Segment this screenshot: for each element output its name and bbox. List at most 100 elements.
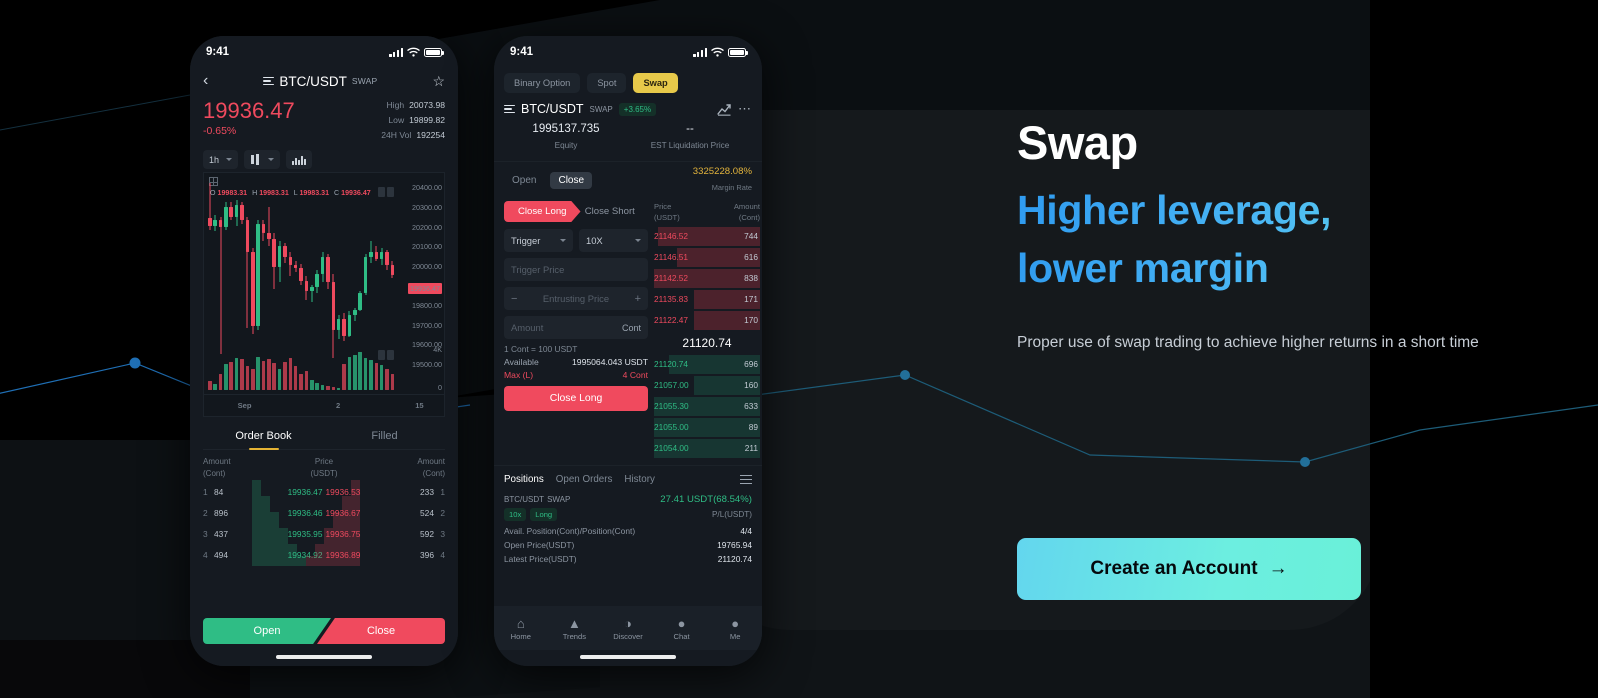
open-close-tabs: Open Close 3325228.08% Margin Rate [494,161,762,201]
leverage-select[interactable]: 10X [579,229,648,252]
tab-close[interactable]: Close [550,172,593,189]
increment-icon[interactable]: + [635,293,641,305]
bid-row[interactable]: 21120.74 696 [654,354,760,375]
interval-selector[interactable]: 1h [203,150,239,170]
signal-bars-icon [693,47,707,57]
candle [208,179,212,365]
headline: Higher leverage, lower margin [1017,181,1537,297]
bid-price: 19936.46 [287,508,323,519]
asks-list: 21146.52 744 21146.51 616 21142.52 838 21135.8… [654,226,760,331]
tab-me[interactable]: ● Me [708,616,762,641]
table-row[interactable]: 3 437 19935.95 19936.75 592 3 [203,524,445,545]
orderbook-header: Amount (Cont) Price (USDT) Amount (Cont) [203,457,445,478]
tab-open-orders[interactable]: Open Orders [556,474,613,485]
bids-list: 21120.74 696 21057.00 160 21055.30 633 21055.0… [654,354,760,459]
volume-bar [224,364,228,391]
volume-bar [277,368,282,391]
tab-discover[interactable]: ◑ Discover [601,616,655,641]
table-row[interactable]: 4 494 19934.92 19936.89 396 4 [203,545,445,566]
amount-input[interactable]: Amount Cont [504,316,648,339]
more-dots-icon[interactable]: ⋯ [738,101,752,117]
trigger-price-input[interactable]: Trigger Price [504,258,648,281]
list-menu-icon[interactable] [504,103,515,115]
orderbook-panel[interactable]: Price (USDT) Amount (Cont) 21146.52 744 21… [654,201,762,459]
chevron-down-icon [268,158,275,162]
bid-row[interactable]: 21055.00 89 [654,417,760,438]
volume-bar [299,374,303,391]
ask-row[interactable]: 21135.83 171 [654,289,760,310]
candle [277,179,282,365]
tab-chat[interactable]: ● Chat [655,616,709,641]
price-tick: 20400.00 [412,183,442,193]
bid-row[interactable]: 21055.30 633 [654,396,760,417]
list-filter-icon[interactable] [740,473,752,486]
bid-row[interactable]: 21057.00 160 [654,375,760,396]
time-axis: Sep 2 15 [204,394,444,416]
tab-history[interactable]: History [624,474,654,485]
candle [353,179,357,365]
order-type-select[interactable]: Trigger [504,229,573,252]
ask-row[interactable]: 21146.51 616 [654,247,760,268]
volume-bar [272,363,276,391]
tab-close-short[interactable]: Close Short [572,201,649,222]
star-icon[interactable]: ☆ [432,73,445,90]
row-index: 3 [203,529,208,540]
tab-filled[interactable]: Filled [324,425,445,449]
chart-type-selector[interactable] [244,150,281,170]
tab-trends[interactable]: ▲ Trends [548,616,602,641]
submit-close-long-button[interactable]: Close Long [504,386,648,411]
table-row[interactable]: 2 896 19936.46 19936.67 524 2 [203,503,445,524]
orderbook-rows[interactable]: 1 84 19936.47 19936.53 233 1 2 896 19936.46 19936… [190,479,458,566]
segment-spot[interactable]: Spot [587,73,627,93]
tab-home[interactable]: ⌂ Home [494,616,548,641]
volume-bar [213,383,217,391]
segment-swap[interactable]: Swap [633,73,678,93]
ask-row[interactable]: 21146.52 744 [654,226,760,247]
candle [326,179,330,365]
tab-close-long[interactable]: Close Long [504,201,581,222]
open-button[interactable]: Open [203,618,331,644]
direction-tabs: Close Long Close Short [504,201,648,222]
price-cell: 21057.00 [654,380,689,391]
chevron-left-icon[interactable]: ‹ [203,72,208,90]
candle [304,179,309,365]
candlestick-series [208,179,396,365]
amount-cell: 170 [744,315,758,326]
amount-cell: 744 [744,231,758,242]
candle [315,179,319,365]
table-row[interactable]: 1 84 19936.47 19936.53 233 1 [203,482,445,503]
close-button[interactable]: Close [317,618,445,644]
stat-high: High 20073.98 [386,100,445,110]
list-menu-icon[interactable] [263,75,275,87]
candle [342,179,346,365]
price-cell: 21120.74 [654,359,688,370]
bid-row[interactable]: 21054.00 211 [654,438,760,459]
tab-order-book[interactable]: Order Book [203,425,324,449]
kpi-equity: 1995137.735 Equity [532,123,600,150]
candle [288,179,293,365]
candle [331,179,336,365]
volume-drag-handle[interactable] [378,350,394,361]
bid-price: 19935.95 [287,529,323,540]
price-summary: 19936.47 -0.65% High 20073.98 Low 19899.82… [190,92,458,146]
ask-row[interactable]: 21122.47 170 [654,310,760,331]
ask-row[interactable]: 21142.52 838 [654,268,760,289]
candle [272,179,276,365]
price-change-pct: -0.65% [203,125,237,138]
candle [218,179,223,365]
tab-positions[interactable]: Positions [504,474,544,485]
indicator-button[interactable] [286,150,313,170]
entrusting-price-input[interactable]: − Entrusting Price + [504,287,648,310]
decrement-icon[interactable]: − [511,293,517,305]
signal-bars-icon [389,47,403,57]
candle [374,179,379,365]
create-account-button[interactable]: Create an Account → [1017,538,1361,600]
stat-volume: 24H Vol 192254 [381,129,445,140]
trend-chart-icon[interactable] [717,103,732,116]
segment-binary-option[interactable]: Binary Option [504,73,581,93]
amount-cell: 89 [748,422,758,433]
tab-open[interactable]: Open [504,172,544,189]
volume-bar [358,352,362,391]
candle [379,179,384,365]
price-chart[interactable]: O 19983.31 H 19983.31 L 19983.31 C 19936… [203,172,445,418]
